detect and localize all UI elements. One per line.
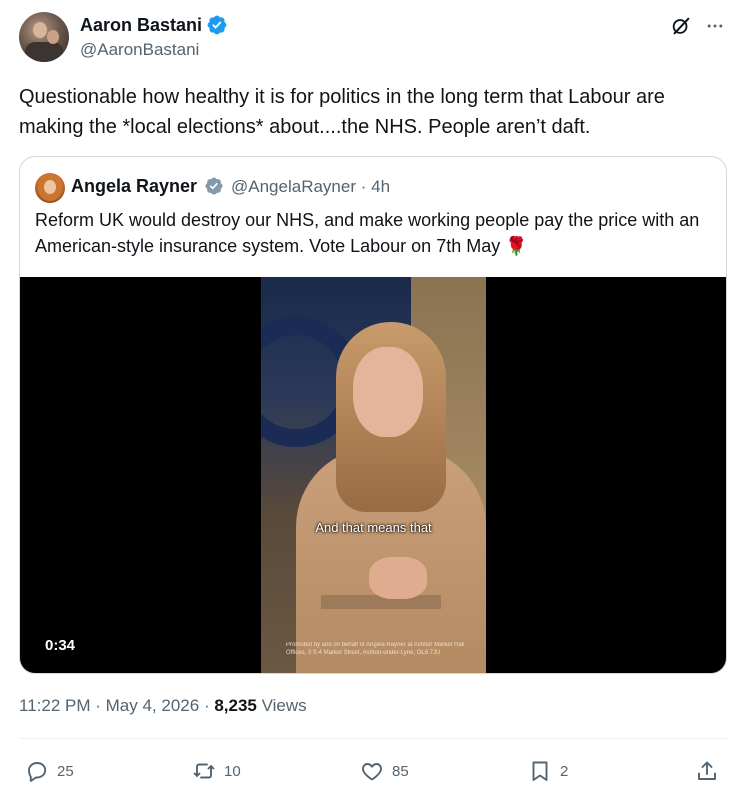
repost-icon bbox=[193, 763, 215, 779]
author-avatar[interactable] bbox=[19, 12, 69, 62]
video-credit: Promoted by and on behalf of Angela Rayn… bbox=[286, 642, 465, 656]
quoted-separator: · bbox=[360, 177, 372, 196]
quoted-meta: @AngelaRayner · 4h bbox=[231, 177, 390, 197]
divider bbox=[19, 738, 729, 739]
meta-separator: · bbox=[203, 696, 215, 715]
bookmark-count: 2 bbox=[560, 762, 569, 780]
reply-button[interactable]: 25 bbox=[25, 758, 74, 784]
quoted-avatar[interactable] bbox=[35, 173, 65, 203]
like-count: 85 bbox=[392, 762, 409, 780]
more-icon[interactable] bbox=[704, 16, 726, 36]
tweet-time[interactable]: 11:22 PM bbox=[19, 696, 91, 715]
video-player[interactable]: And that means that Promoted by and on b… bbox=[20, 277, 726, 673]
tweet-meta: 11:22 PM · May 4, 2026 · 8,235 Views bbox=[19, 696, 307, 716]
like-icon bbox=[362, 763, 382, 781]
views-count: 8,235 bbox=[214, 696, 257, 715]
quoted-tweet[interactable]: Angela Rayner @AngelaRayner · 4h Reform … bbox=[19, 156, 727, 674]
quoted-text: Reform UK would destroy our NHS, and mak… bbox=[35, 210, 700, 256]
quoted-verified-badge-icon bbox=[205, 177, 223, 195]
views-label: Views bbox=[261, 696, 307, 715]
author-name[interactable]: Aaron Bastani bbox=[80, 15, 202, 36]
video-frame bbox=[261, 277, 486, 673]
video-caption: And that means that bbox=[315, 520, 432, 535]
author-handle[interactable]: @AaronBastani bbox=[80, 40, 199, 60]
tweet-date[interactable]: May 4, 2026 bbox=[106, 696, 200, 715]
reply-count: 25 bbox=[57, 762, 74, 780]
video-duration: 0:34 bbox=[45, 637, 76, 654]
share-icon bbox=[698, 761, 716, 780]
quoted-handle[interactable]: @AngelaRayner bbox=[231, 177, 356, 196]
bookmark-button[interactable]: 2 bbox=[528, 758, 568, 784]
reply-icon bbox=[28, 762, 47, 782]
grok-icon[interactable] bbox=[670, 15, 692, 37]
like-button[interactable]: 85 bbox=[360, 758, 409, 784]
repost-button[interactable]: 10 bbox=[192, 758, 241, 784]
share-button[interactable] bbox=[695, 758, 719, 784]
meta-separator: · bbox=[95, 696, 106, 715]
quoted-author-name[interactable]: Angela Rayner bbox=[71, 176, 197, 197]
tweet-text: Questionable how healthy it is for polit… bbox=[19, 86, 665, 138]
bookmark-icon bbox=[532, 761, 548, 781]
quoted-time[interactable]: 4h bbox=[371, 177, 390, 196]
repost-count: 10 bbox=[224, 762, 241, 780]
verified-badge-icon bbox=[207, 15, 227, 35]
